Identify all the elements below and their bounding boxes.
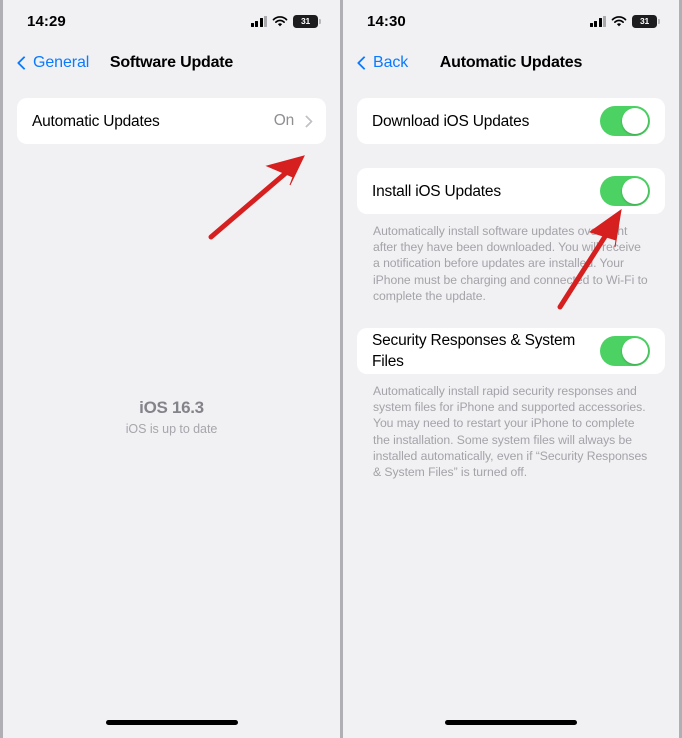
install-ios-updates-footnote: Automatically install software updates o… [373,224,648,303]
ios-version-title: iOS 16.3 [139,398,204,417]
chevron-left-icon [357,54,368,72]
toggle-knob [622,178,648,204]
wifi-icon [611,15,627,27]
battery-level-label: 31 [639,16,650,26]
security-responses-card: Security Responses & System Files [357,328,665,375]
back-button[interactable]: Back [357,54,408,72]
security-responses-footnote: Automatically install rapid security res… [373,384,648,480]
battery-icon: 31 [293,14,321,28]
home-indicator [105,720,238,725]
navigation-bar: Back Automatic Updates [343,42,679,84]
red-arrow-icon [208,155,305,240]
screen-automatic-updates: 14:30 31 Back Automatic Updates Download… [341,0,682,738]
row-security-responses[interactable]: Security Responses & System Files [357,328,665,374]
back-button-general[interactable]: General [17,54,89,72]
row-label: Download iOS Updates [372,112,530,130]
content-area: Automatic Updates On [3,84,340,144]
chevron-right-icon [302,114,311,129]
status-bar-time: 14:30 [367,12,406,30]
status-bar: 14:29 31 [3,0,340,42]
wifi-icon [272,15,288,27]
toggle-knob [622,108,648,134]
row-download-ios-updates[interactable]: Download iOS Updates [357,98,665,144]
back-button-label: General [33,54,90,71]
status-bar-icons: 31 [589,14,660,28]
row-label: Install iOS Updates [372,182,501,200]
install-ios-updates-card: Install iOS Updates [357,168,665,214]
automatic-updates-card: Automatic Updates On [17,98,326,144]
version-info: iOS 16.3 iOS is up to date [3,398,340,436]
cellular-signal-icon [589,15,606,27]
status-bar-time: 14:29 [27,12,66,30]
row-install-ios-updates[interactable]: Install iOS Updates [357,168,665,214]
content-area: Download iOS Updates Install iOS Updates… [343,84,679,480]
screenshot-pair: 14:29 31 General Software Update Automat… [0,0,682,738]
row-value-status: On [273,112,294,129]
security-responses-toggle[interactable] [600,336,650,367]
screen-software-update: 14:29 31 General Software Update Automat… [0,0,341,738]
battery-level-label: 31 [300,16,311,26]
cellular-signal-icon [250,15,267,27]
back-button-label: Back [373,54,409,71]
row-label: Security Responses & System Files [372,332,576,371]
battery-icon: 31 [632,14,660,28]
ios-version-subtitle: iOS is up to date [125,422,218,436]
install-ios-updates-toggle[interactable] [600,176,650,206]
row-automatic-updates[interactable]: Automatic Updates On [17,98,326,144]
download-ios-updates-card: Download iOS Updates [357,98,665,144]
toggle-knob [622,338,648,365]
chevron-left-icon [17,54,28,72]
download-ios-updates-toggle[interactable] [600,106,650,136]
navigation-bar: General Software Update [3,42,340,84]
status-bar: 14:30 31 [343,0,679,42]
row-label: Automatic Updates [32,112,160,130]
status-bar-icons: 31 [250,14,321,28]
home-indicator [445,720,577,725]
